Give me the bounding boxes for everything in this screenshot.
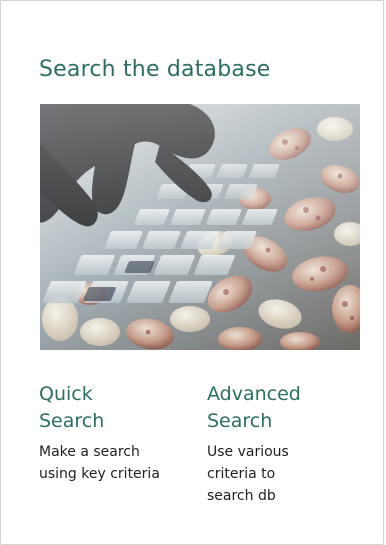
advanced-search-description: Use various criteria to search db bbox=[207, 441, 367, 507]
advanced-search-title-line1: Advanced bbox=[207, 383, 301, 405]
quick-search-desc-line1: Make a search bbox=[39, 444, 140, 460]
advanced-search-option: Advanced Search Use various criteria to … bbox=[207, 381, 367, 507]
advanced-search-desc-line1: Use various bbox=[207, 444, 289, 460]
page-title: Search the database bbox=[39, 57, 271, 82]
quick-search-title-line2: Search bbox=[39, 410, 105, 432]
quick-search-description: Make a search using key criteria bbox=[39, 441, 199, 485]
quick-search-desc-line2: using key criteria bbox=[39, 466, 160, 482]
quick-search-link[interactable]: Quick Search bbox=[39, 381, 199, 435]
advanced-search-desc-line3: search db bbox=[207, 488, 276, 504]
advanced-search-title-line2: Search bbox=[207, 410, 273, 432]
keyboard-beans-image bbox=[40, 104, 360, 350]
advanced-search-desc-line2: criteria to bbox=[207, 466, 276, 482]
keyboard-beans-photo-icon bbox=[40, 104, 360, 350]
search-panel: Search the database Quick Search Make a … bbox=[0, 0, 384, 545]
quick-search-title-line1: Quick bbox=[39, 383, 93, 405]
advanced-search-link[interactable]: Advanced Search bbox=[207, 381, 367, 435]
quick-search-option: Quick Search Make a search using key cri… bbox=[39, 381, 199, 485]
